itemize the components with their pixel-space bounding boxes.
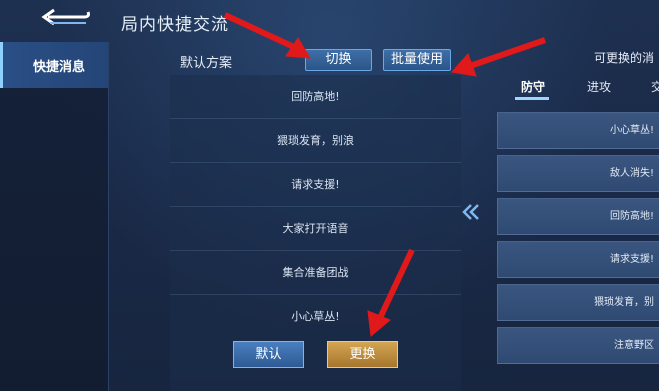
tab-third[interactable]: 交 [651, 78, 659, 95]
list-item[interactable]: 回防高地! [170, 75, 461, 119]
list-item[interactable]: 大家打开语音 [170, 207, 461, 251]
top-bar: 局内快捷交流 [0, 0, 659, 40]
sidebar-item-quick-message[interactable]: 快捷消息 [0, 42, 108, 88]
list-item[interactable]: 小心草丛! [170, 295, 461, 339]
list-item[interactable]: 集合准备团战 [170, 251, 461, 295]
list-item[interactable]: 小心草丛! [497, 112, 659, 149]
message-list: 回防高地! 猥琐发育，别浪 请求支援! 大家打开语音 集合准备团战 小心草丛! [170, 75, 461, 391]
tab-defense[interactable]: 防守 [521, 78, 545, 95]
replace-button[interactable]: 更换 [327, 341, 398, 368]
scheme-label: 默认方案 [180, 56, 233, 71]
list-item[interactable]: 注意野区 [497, 327, 659, 364]
list-item[interactable]: 回防高地! [497, 198, 659, 235]
list-item[interactable]: 猥琐发育，别浪 [170, 119, 461, 163]
page-title: 局内快捷交流 [121, 15, 229, 35]
list-item[interactable]: 请求支援! [497, 241, 659, 278]
batch-use-button[interactable]: 批量使用 [383, 49, 451, 71]
back-icon[interactable] [40, 4, 92, 30]
default-button[interactable]: 默认 [233, 341, 304, 368]
replaceable-list: 小心草丛! 敌人消失! 回防高地! 请求支援! 猥琐发育，别 注意野区 [497, 108, 659, 391]
sidebar: 快捷消息 [0, 42, 109, 391]
replaceable-title: 可更换的消 [594, 51, 655, 65]
tab-attack[interactable]: 进攻 [587, 78, 611, 95]
list-item[interactable]: 猥琐发育，别 [497, 284, 659, 321]
sidebar-item-label: 快捷消息 [33, 60, 86, 75]
list-item[interactable]: 请求支援! [170, 163, 461, 207]
switch-button[interactable]: 切换 [305, 49, 372, 71]
double-chevron-left-icon[interactable] [460, 202, 482, 222]
list-item[interactable]: 敌人消失! [497, 155, 659, 192]
tab-indicator [515, 97, 549, 100]
